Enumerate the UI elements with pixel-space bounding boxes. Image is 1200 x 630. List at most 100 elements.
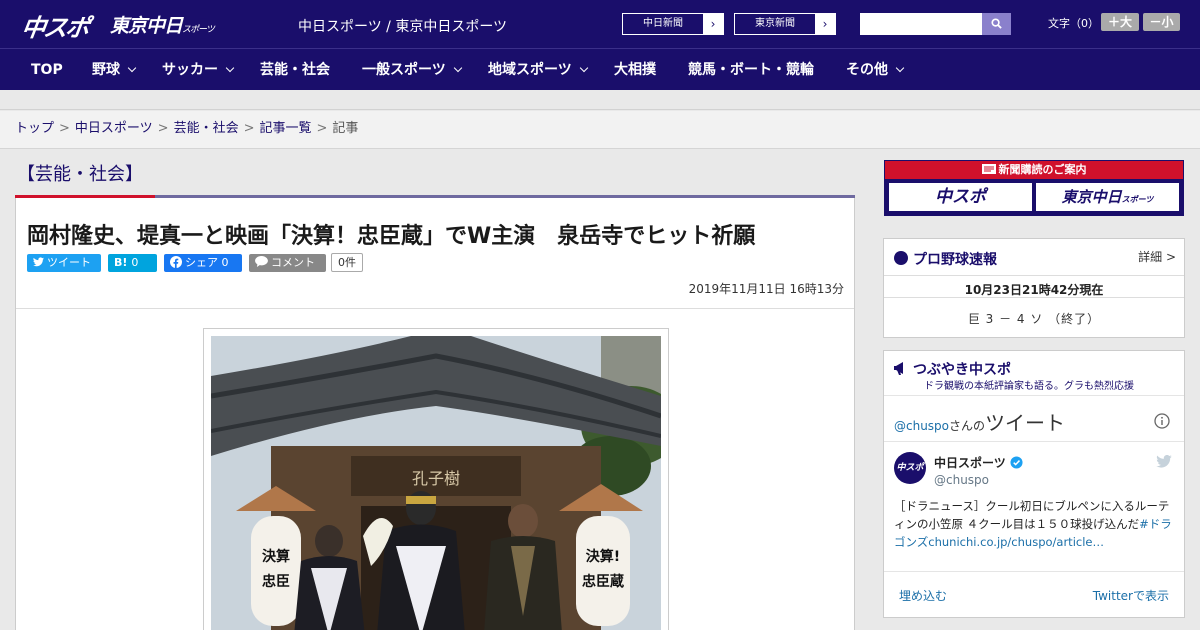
- chevron-down-icon: [127, 63, 137, 73]
- lantern-right-text-top: 決算!: [586, 548, 620, 565]
- chevron-down-icon: [895, 63, 905, 73]
- newspaper-icon: [981, 164, 996, 174]
- nav-label: サッカー: [162, 62, 218, 78]
- font-size-label: 文字（0）: [1048, 17, 1099, 30]
- tweet-text: ［ドラニュース］クール初日にブルペンに入るルーティンの小笠原 ４クール目は１５０…: [894, 499, 1170, 531]
- ext-button-label: 東京新聞: [755, 18, 795, 29]
- baseball-game-score[interactable]: 巨 3 － 4 ソ （終了）: [884, 310, 1184, 327]
- facebook-share-button[interactable]: シェア 0: [164, 254, 242, 272]
- twitter-divider: [884, 441, 1184, 442]
- baseball-divider: [884, 275, 1184, 276]
- tweet-article-link[interactable]: chunichi.co.jp/chuspo/article…: [928, 535, 1104, 549]
- search-input[interactable]: [860, 13, 982, 35]
- hatena-count: 0: [131, 256, 139, 269]
- font-smaller-button[interactable]: －小: [1143, 13, 1180, 31]
- chevron-down-icon: [453, 63, 462, 73]
- nav-item-local-sports[interactable]: 地域スポーツ: [488, 49, 588, 91]
- nav-item-other[interactable]: その他: [846, 49, 905, 91]
- comment-label: コメント: [271, 256, 315, 269]
- facebook-label: シェア: [185, 256, 218, 269]
- tweet-button[interactable]: ツイート: [27, 254, 101, 272]
- facebook-count: 0: [221, 256, 229, 269]
- article: 岡村隆史、堤真一と映画「決算！忠臣蔵」でW主演 泉岳寺でヒット祈願 ツイート B…: [15, 198, 855, 630]
- nav-label: 競馬・ボート・競輪: [688, 62, 814, 78]
- nav-item-racing[interactable]: 競馬・ボート・競輪: [688, 49, 814, 91]
- nav-label: 一般スポーツ: [362, 62, 446, 78]
- megaphone-icon: [894, 362, 903, 375]
- breadcrumb-separator: >: [316, 121, 328, 136]
- breadcrumb-article-list[interactable]: 記事一覧: [260, 121, 312, 136]
- view-on-twitter-link[interactable]: Twitterで表示: [1093, 587, 1169, 604]
- nav-label: 野球: [92, 62, 120, 78]
- baseball-scores-widget: プロ野球速報 詳細 > 10月23日21時42分現在 巨 3 － 4 ソ （終了…: [883, 238, 1185, 338]
- subscription-promo: 新聞購読のご案内 中スポ 東京中日スポーツ: [884, 160, 1184, 216]
- nav-label: TOP: [31, 62, 63, 78]
- tweet-account-name-text: 中日スポーツ: [934, 456, 1006, 470]
- chevron-down-icon: [225, 63, 235, 73]
- twitter-bird-icon: [33, 257, 44, 267]
- article-date: 2019年11月11日 16時13分: [688, 282, 844, 296]
- comment-bubble-icon: [255, 256, 268, 267]
- comment-button[interactable]: コメント: [249, 254, 326, 272]
- tokyo-chunichi-logo[interactable]: 東京中日スポーツ: [110, 11, 215, 38]
- twitter-widget-subtitle: ドラ観戦の本紙評論家も語る。グラも熱烈応援: [924, 381, 1134, 392]
- subscribe-tokyo-label: 東京中日: [1061, 188, 1122, 206]
- breadcrumb-separator: >: [243, 121, 255, 136]
- tweet-body: ［ドラニュース］クール初日にブルペンに入るルーティンの小笠原 ４クール目は１５０…: [894, 497, 1176, 551]
- lantern-left-text-top: 決算: [262, 548, 290, 565]
- font-larger-button[interactable]: ＋大: [1101, 13, 1139, 31]
- tweets-by-suffix: さんの: [949, 419, 986, 433]
- search-icon: [991, 18, 1002, 29]
- hatena-icon: B!: [114, 256, 128, 269]
- embed-link[interactable]: 埋め込む: [899, 587, 947, 604]
- baseball-widget-title: プロ野球速報: [894, 249, 997, 269]
- category-title: 【芸能・社会】: [17, 164, 143, 185]
- tweet-account-name[interactable]: 中日スポーツ: [934, 454, 1023, 471]
- tokyo-logo-small: スポーツ: [182, 25, 215, 35]
- tweet-account-handle[interactable]: @chuspo: [934, 473, 989, 487]
- subscription-header: 新聞購読のご案内: [885, 161, 1183, 179]
- tokyo-logo-text: 東京中日: [110, 15, 183, 37]
- chuspo-logo[interactable]: 中スポ: [20, 8, 91, 43]
- nav-item-general-sports[interactable]: 一般スポーツ: [362, 49, 462, 91]
- subscribe-tokyo-chunichi-button[interactable]: 東京中日スポーツ: [1036, 183, 1179, 211]
- article-headline: 岡村隆史、堤真一と映画「決算！忠臣蔵」でW主演 泉岳寺でヒット祈願: [27, 224, 756, 249]
- article-photo-frame: 孔子樹 決算 忠臣 決算! 忠臣蔵: [203, 328, 669, 630]
- ext-button-label: 中日新聞: [643, 18, 683, 29]
- hatena-button[interactable]: B! 0: [108, 254, 157, 272]
- nav-item-top[interactable]: TOP: [31, 49, 63, 91]
- tweet-label: ツイート: [47, 256, 91, 269]
- chunichi-shimbun-button[interactable]: 中日新聞 ›: [622, 13, 724, 35]
- nav-label: その他: [846, 62, 888, 78]
- baseball-divider: [884, 297, 1184, 298]
- search-button[interactable]: [982, 13, 1011, 35]
- top-header: 中スポ 東京中日スポーツ 中日スポーツ / 東京中日スポーツ 中日新聞 › 東京…: [0, 0, 1200, 48]
- info-icon[interactable]: [1154, 413, 1170, 429]
- nav-label: 大相撲: [614, 62, 656, 78]
- comment-count: 0件: [331, 253, 363, 272]
- breadcrumb-entertainment[interactable]: 芸能・社会: [174, 121, 239, 136]
- article-photo[interactable]: 孔子樹 決算 忠臣 決算! 忠臣蔵: [211, 336, 661, 630]
- breadcrumb-chunichi-sports[interactable]: 中日スポーツ: [75, 121, 153, 136]
- twitter-bird-icon[interactable]: [1156, 455, 1172, 468]
- twitter-title-text: つぶやき中スポ: [913, 362, 1011, 378]
- baseball-icon: [894, 251, 908, 265]
- breadcrumb-top[interactable]: トップ: [15, 121, 54, 136]
- temple-scene-illustration: 孔子樹 決算 忠臣 決算! 忠臣蔵: [211, 336, 661, 630]
- chuspo-handle-link[interactable]: @chuspo: [894, 419, 949, 433]
- nav-item-entertainment[interactable]: 芸能・社会: [260, 49, 330, 91]
- nav-item-baseball[interactable]: 野球: [92, 49, 137, 91]
- avatar[interactable]: 中スポ: [894, 452, 926, 484]
- baseball-detail-link[interactable]: 詳細 >: [1138, 248, 1176, 265]
- tokyo-shimbun-button[interactable]: 東京新聞 ›: [734, 13, 836, 35]
- subscribe-chuspo-button[interactable]: 中スポ: [889, 183, 1032, 211]
- site-name: 中日スポーツ / 東京中日スポーツ: [298, 19, 508, 35]
- nav-item-sumo[interactable]: 大相撲: [614, 49, 656, 91]
- baseball-title-text: プロ野球速報: [913, 252, 997, 268]
- facebook-icon: [170, 256, 182, 268]
- breadcrumb-current: 記事: [332, 121, 359, 136]
- nav-item-soccer[interactable]: サッカー: [162, 49, 235, 91]
- subscription-header-label: 新聞購読のご案内: [998, 163, 1087, 176]
- chevron-down-icon: [579, 63, 588, 73]
- tweets-word: ツイート: [985, 411, 1066, 435]
